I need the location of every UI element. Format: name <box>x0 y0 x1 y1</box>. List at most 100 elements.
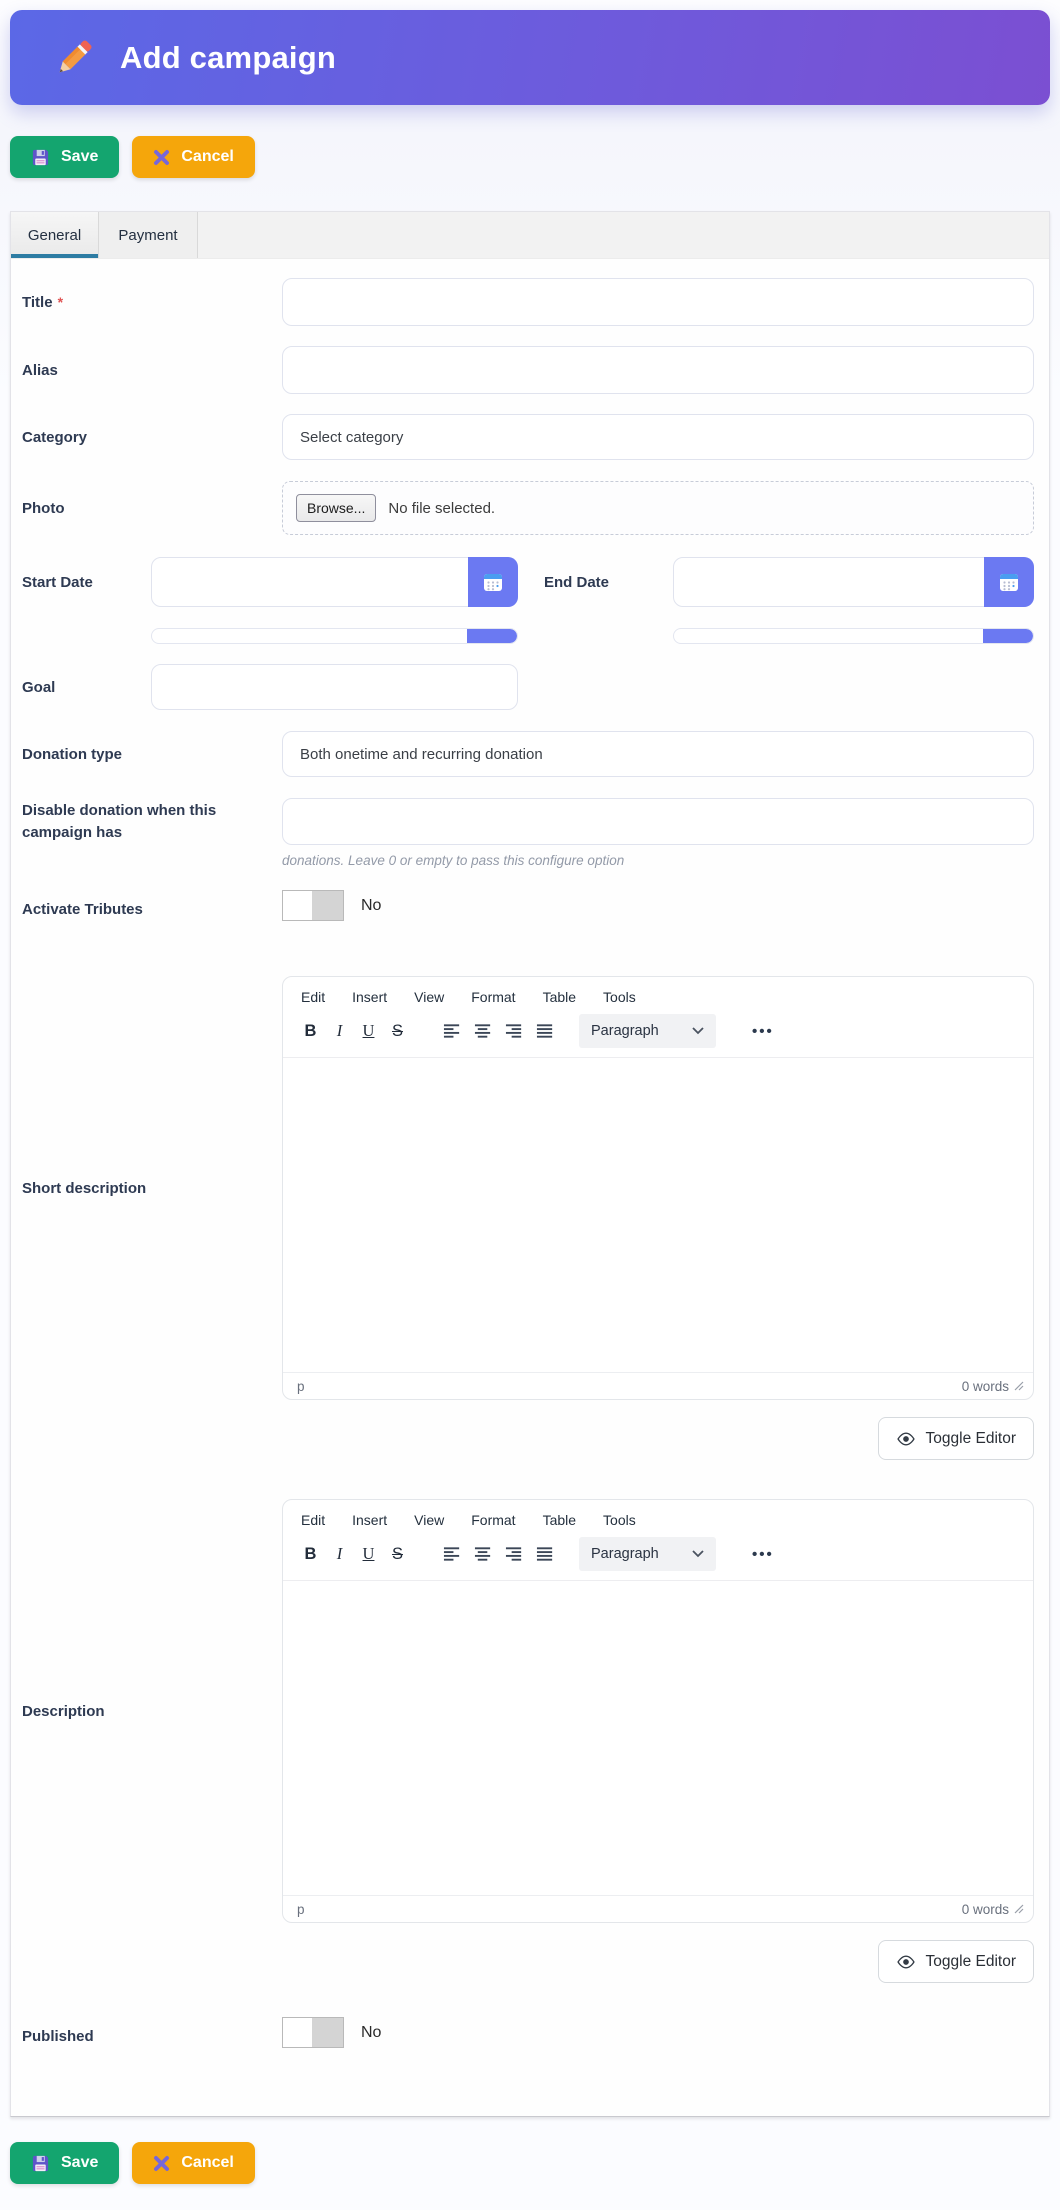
start-time-input-clipped[interactable] <box>151 628 518 644</box>
required-asterisk: * <box>58 294 63 310</box>
align-justify-icon[interactable] <box>530 1016 561 1046</box>
chevron-down-icon <box>692 1027 704 1035</box>
end-time-button-clipped[interactable] <box>983 629 1033 643</box>
general-tab-content: Title* Alias Category Select category Ph… <box>11 278 1049 2116</box>
save-button-label: Save <box>61 2154 98 2172</box>
browse-button[interactable]: Browse... <box>296 494 376 522</box>
start-date-input[interactable] <box>151 557 518 607</box>
underline-button[interactable]: U <box>354 1016 383 1046</box>
bottom-action-bar: Save Cancel <box>10 2142 1060 2184</box>
donation-type-select[interactable]: Both onetime and recurring donation <box>282 731 1034 777</box>
menu-edit[interactable]: Edit <box>301 989 325 1005</box>
alias-input[interactable] <box>282 346 1034 394</box>
tributes-label: Activate Tributes <box>22 901 282 921</box>
editor-toolbar: B I U S <box>283 1007 1033 1057</box>
short-description-label: Short description <box>22 1180 282 1197</box>
menu-table[interactable]: Table <box>543 989 576 1005</box>
alignment-buttons <box>437 1016 561 1046</box>
end-time-input-clipped[interactable] <box>673 628 1034 644</box>
disable-donation-row: Disable donation when this campaign has … <box>22 798 1034 868</box>
description-content[interactable] <box>283 1581 1033 1895</box>
menu-format[interactable]: Format <box>471 1512 515 1528</box>
description-row: Description Edit Insert View Format Tabl… <box>22 1499 1034 1923</box>
tributes-row: Activate Tributes No <box>22 890 1034 921</box>
title-label: Title* <box>22 294 282 311</box>
description-toggle-editor-row: Toggle Editor <box>22 1940 1034 1983</box>
bold-button[interactable]: B <box>296 1539 325 1569</box>
align-justify-icon[interactable] <box>530 1539 561 1569</box>
published-label: Published <box>22 2028 282 2048</box>
time-pickers-row <box>22 628 1034 644</box>
menu-format[interactable]: Format <box>471 989 515 1005</box>
align-center-icon[interactable] <box>468 1016 499 1046</box>
align-right-icon[interactable] <box>499 1539 530 1569</box>
toggle-editor-button-label: Toggle Editor <box>926 1430 1016 1448</box>
end-date-label: End Date <box>518 574 673 591</box>
toggle-editor-button[interactable]: Toggle Editor <box>878 1940 1034 1983</box>
cancel-button-label: Cancel <box>181 148 233 166</box>
word-count: 0 words <box>962 1902 1009 1917</box>
menu-insert[interactable]: Insert <box>352 1512 387 1528</box>
chevron-down-icon <box>692 1550 704 1558</box>
save-button-label: Save <box>61 148 98 166</box>
category-select[interactable]: Select category <box>282 414 1034 460</box>
menu-insert[interactable]: Insert <box>352 989 387 1005</box>
align-left-icon[interactable] <box>437 1539 468 1569</box>
resize-handle-icon[interactable] <box>1014 1381 1024 1391</box>
menu-table[interactable]: Table <box>543 1512 576 1528</box>
footer-save-button[interactable]: Save <box>10 2142 119 2184</box>
underline-button[interactable]: U <box>354 1539 383 1569</box>
start-date-label: Start Date <box>22 574 151 591</box>
donation-type-row: Donation type Both onetime and recurring… <box>22 731 1034 777</box>
menu-tools[interactable]: Tools <box>603 989 636 1005</box>
menu-view[interactable]: View <box>414 1512 444 1528</box>
short-description-content[interactable] <box>283 1058 1033 1372</box>
start-time-button-clipped[interactable] <box>467 629 517 643</box>
editor-menubar: Edit Insert View Format Table Tools <box>283 1500 1033 1530</box>
start-date-calendar-button[interactable] <box>468 557 518 607</box>
alignment-buttons <box>437 1539 561 1569</box>
tab-payment[interactable]: Payment <box>99 212 198 258</box>
menu-view[interactable]: View <box>414 989 444 1005</box>
menu-tools[interactable]: Tools <box>603 1512 636 1528</box>
cancel-button-label: Cancel <box>181 2154 233 2172</box>
more-toolbar-button[interactable]: ••• <box>746 1022 780 1041</box>
italic-button[interactable]: I <box>325 1539 354 1569</box>
paragraph-select[interactable]: Paragraph <box>579 1537 716 1571</box>
start-date-field <box>151 557 518 607</box>
strikethrough-button[interactable]: S <box>383 1016 412 1046</box>
description-editor: Edit Insert View Format Table Tools B I … <box>282 1499 1034 1923</box>
published-toggle[interactable] <box>282 2017 344 2048</box>
title-input[interactable] <box>282 278 1034 326</box>
tributes-toggle[interactable] <box>282 890 344 921</box>
editor-statusbar: p 0 words <box>283 1895 1033 1922</box>
align-left-icon[interactable] <box>437 1016 468 1046</box>
toggle-editor-button[interactable]: Toggle Editor <box>878 1417 1034 1460</box>
end-date-input[interactable] <box>673 557 1034 607</box>
floppy-disk-icon <box>31 2154 50 2173</box>
alias-label: Alias <box>22 362 282 379</box>
disable-donation-label: Disable donation when this campaign has <box>22 800 237 844</box>
goal-input[interactable] <box>151 664 518 710</box>
published-toggle-value: No <box>361 2024 381 2042</box>
footer-cancel-button[interactable]: Cancel <box>132 2142 254 2184</box>
bold-button[interactable]: B <box>296 1016 325 1046</box>
italic-button[interactable]: I <box>325 1016 354 1046</box>
menu-edit[interactable]: Edit <box>301 1512 325 1528</box>
page-header: Add campaign <box>10 10 1050 105</box>
strikethrough-button[interactable]: S <box>383 1539 412 1569</box>
paragraph-select-value: Paragraph <box>591 1546 659 1562</box>
save-button[interactable]: Save <box>10 136 119 178</box>
align-center-icon[interactable] <box>468 1539 499 1569</box>
tab-general[interactable]: General <box>11 212 99 258</box>
more-toolbar-button[interactable]: ••• <box>746 1545 780 1564</box>
resize-handle-icon[interactable] <box>1014 1904 1024 1914</box>
description-label: Description <box>22 1703 282 1720</box>
align-right-icon[interactable] <box>499 1016 530 1046</box>
end-date-calendar-button[interactable] <box>984 557 1034 607</box>
photo-dropzone[interactable]: Browse... No file selected. <box>282 481 1034 535</box>
cancel-button[interactable]: Cancel <box>132 136 254 178</box>
paragraph-select[interactable]: Paragraph <box>579 1014 716 1048</box>
category-select-value: Select category <box>300 429 403 446</box>
disable-donation-input[interactable] <box>282 798 1034 845</box>
